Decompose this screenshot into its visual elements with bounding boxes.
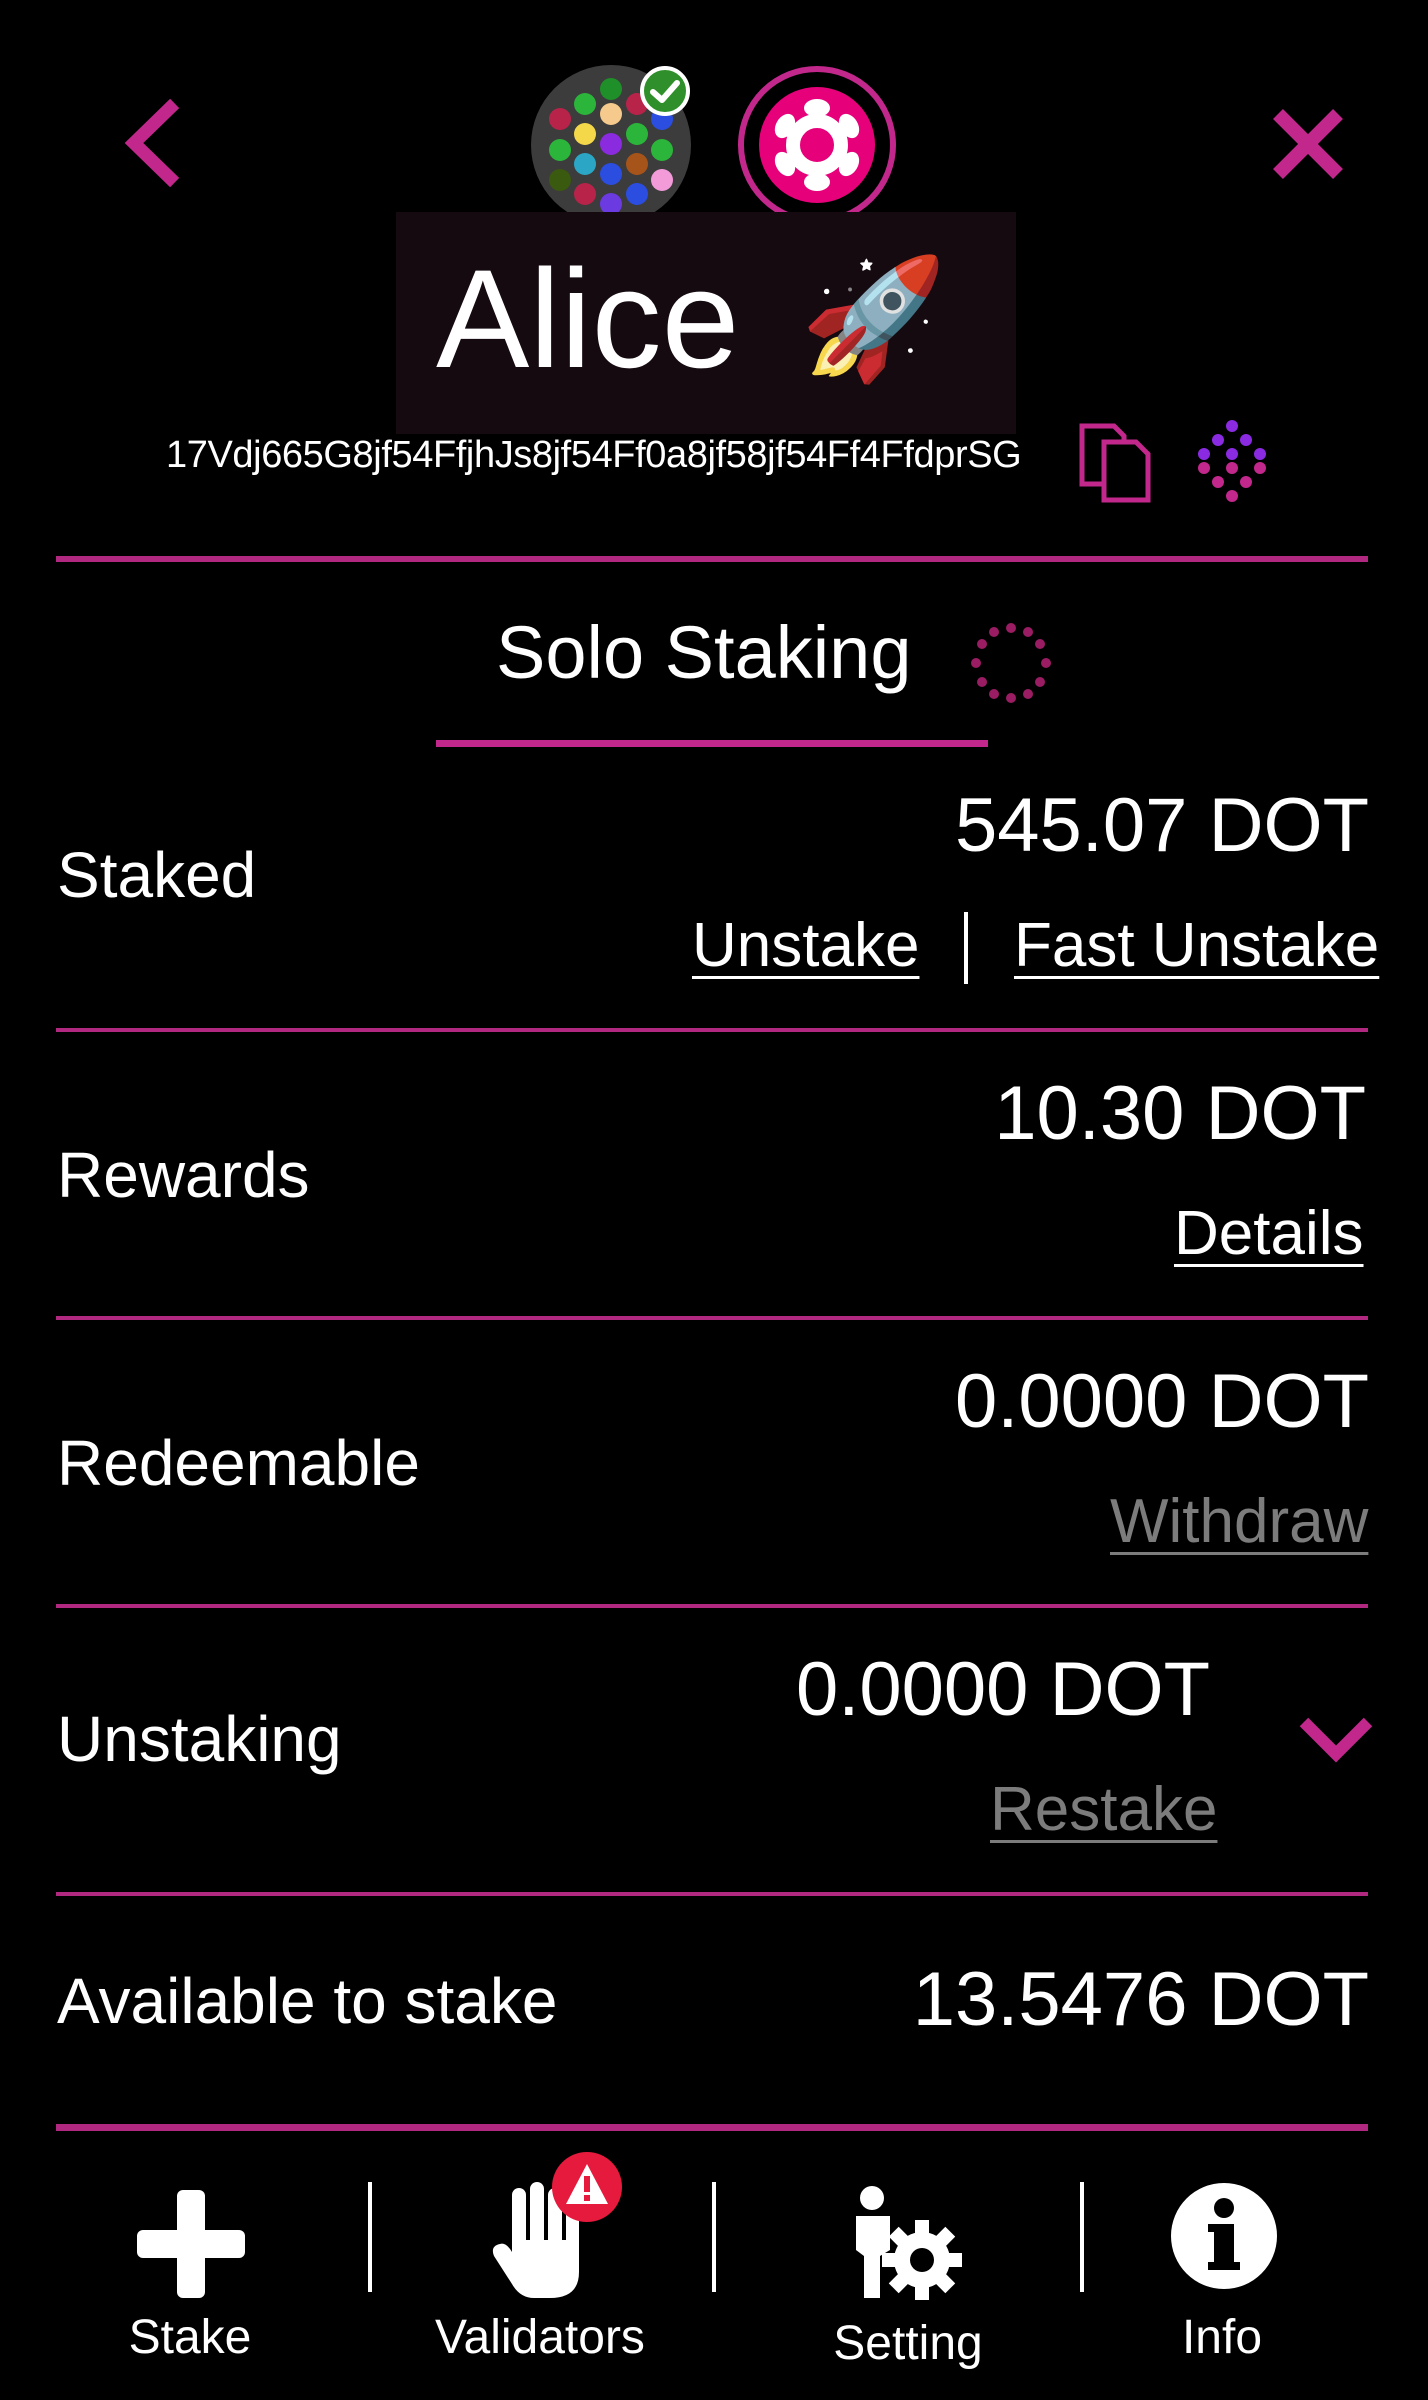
polkadot-logo-icon (738, 66, 896, 224)
title-underline (436, 740, 988, 747)
fast-unstake-link[interactable]: Fast Unstake (1014, 910, 1379, 981)
header-divider (56, 556, 1368, 562)
explorer-button[interactable] (1190, 418, 1274, 502)
available-value: 13.5476 DOT (912, 1957, 1369, 2042)
redeemable-value: 0.0000 DOT (955, 1359, 1369, 1444)
available-label: Available to stake (57, 1965, 558, 2037)
rewards-value: 10.30 DOT (994, 1071, 1366, 1156)
loading-spinner-icon (971, 623, 1051, 703)
staked-value: 545.07 DOT (955, 783, 1369, 868)
nav-info[interactable]: Info (1072, 2160, 1372, 2380)
loading-spinner (970, 622, 1052, 704)
expand-unstaking-button[interactable] (1296, 1710, 1376, 1770)
unstake-link[interactable]: Unstake (692, 910, 919, 981)
row-divider (56, 1316, 1368, 1320)
redeemable-label: Redeemable (57, 1427, 420, 1499)
withdraw-link[interactable]: Withdraw (1110, 1486, 1368, 1557)
unstaking-value: 0.0000 DOT (796, 1647, 1210, 1732)
restake-link[interactable]: Restake (990, 1774, 1217, 1845)
rocket-emoji: 🚀 (800, 253, 947, 385)
row-divider (56, 1028, 1368, 1032)
nav-separator (368, 2182, 372, 2292)
warning-badge-icon (552, 2152, 622, 2222)
staked-label: Staked (57, 839, 257, 911)
nav-validators[interactable]: Validators (390, 2140, 690, 2380)
copy-icon (1079, 423, 1151, 503)
subscan-icon (1198, 420, 1266, 502)
page-title: Solo Staking (496, 611, 912, 694)
info-icon (1171, 2183, 1277, 2289)
chevron-left-icon (124, 98, 180, 188)
nav-setting[interactable]: Setting (758, 2160, 1058, 2390)
rewards-label: Rewards (57, 1139, 310, 1211)
plus-icon (137, 2190, 245, 2298)
unstaking-label: Unstaking (57, 1703, 342, 1775)
close-icon (1273, 109, 1343, 179)
link-separator (964, 912, 968, 984)
person-gear-icon (856, 2186, 962, 2300)
nav-info-label: Info (1181, 2311, 1263, 2364)
details-link[interactable]: Details (1174, 1198, 1364, 1269)
close-button[interactable] (1268, 104, 1348, 184)
copy-address-button[interactable] (1078, 422, 1154, 504)
nav-validators-label: Validators (435, 2311, 645, 2364)
chevron-down-icon (1299, 1717, 1373, 1763)
nav-setting-label: Setting (833, 2317, 983, 2370)
verified-badge (640, 66, 690, 116)
row-divider (56, 1892, 1368, 1896)
footer-divider (56, 2124, 1368, 2131)
account-name: Alice (436, 240, 740, 397)
back-button[interactable] (118, 98, 188, 188)
check-badge-icon (640, 66, 690, 116)
account-address: 17Vdj665G8jf54FfjhJs8jf54Ff0a8jf58jf54Ff… (166, 434, 1022, 476)
nav-stake-label: Stake (128, 2311, 252, 2364)
nav-separator (712, 2182, 716, 2292)
nav-stake[interactable]: Stake (40, 2160, 340, 2380)
row-divider (56, 1604, 1368, 1608)
chain-logo[interactable] (736, 64, 898, 226)
